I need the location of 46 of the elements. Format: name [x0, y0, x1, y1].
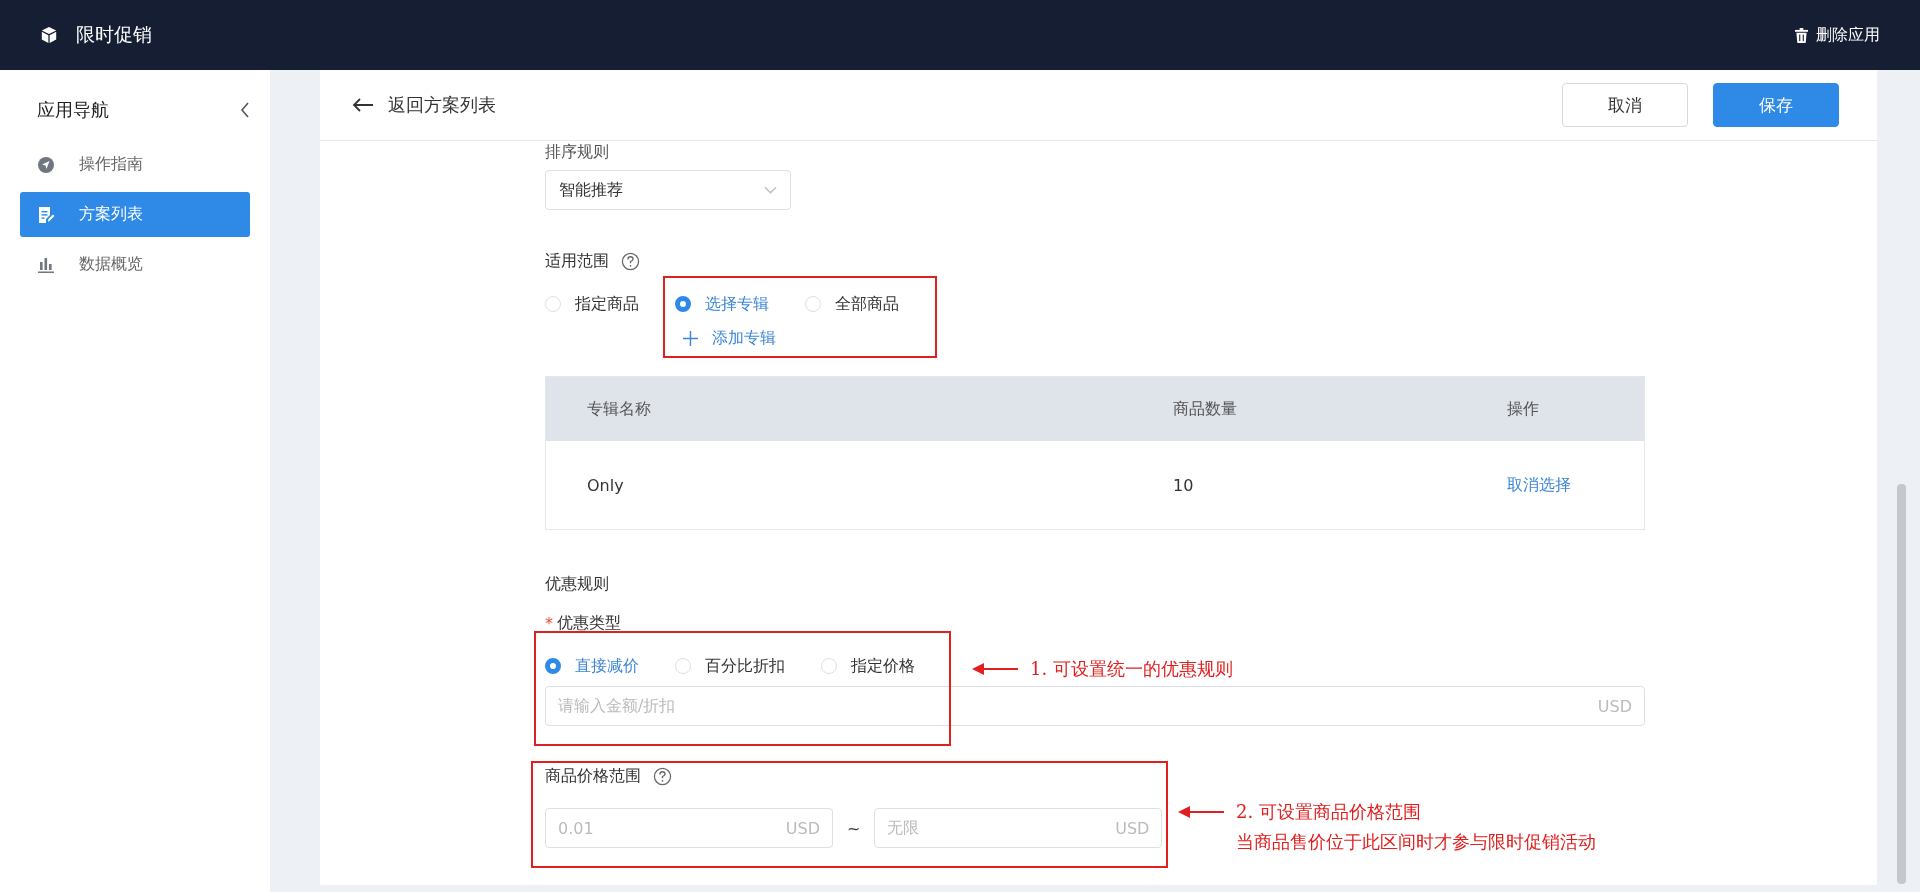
table-cell-text: Only [586, 475, 625, 495]
field-label: 商品价格范围 [545, 765, 641, 787]
annotation-text: 1. 可设置统一的优惠规则 [1030, 657, 1233, 681]
section-title: 优惠规则 [545, 574, 610, 595]
field-label: 排序规则 [545, 141, 610, 163]
document-edit-icon [37, 205, 55, 224]
trash-icon [1795, 27, 1808, 43]
column-header: 专辑名称 [586, 398, 652, 420]
collapse-chevron-icon[interactable] [240, 102, 250, 118]
sidebar-item[interactable]: 操作指南 [20, 142, 250, 187]
cube-icon [40, 26, 58, 44]
radio-option[interactable]: 指定商品 [545, 293, 639, 315]
add-album-link[interactable]: 添加专辑 [683, 327, 776, 349]
plus-icon [683, 330, 698, 346]
back-link[interactable]: 返回方案列表 [352, 93, 496, 117]
help-icon[interactable] [621, 251, 640, 271]
required-mark: * [545, 613, 553, 633]
radio-option[interactable]: 百分比折扣 [675, 655, 785, 677]
table-cell-text: 10 [1173, 475, 1195, 495]
field-label: 优惠类型 [557, 612, 621, 634]
sidebar-title: 应用导航 [37, 98, 109, 122]
arrow-icon [1178, 805, 1224, 819]
annotation-text: 2. 可设置商品价格范围 当商品售价位于此区间时才参与限时促销活动 [1236, 800, 1596, 854]
deselect-link[interactable]: 取消选择 [1507, 474, 1571, 494]
delete-app-button[interactable]: 删除应用 [1795, 24, 1880, 46]
arrow-icon [972, 662, 1018, 676]
back-arrow-icon [352, 98, 374, 112]
column-header: 操作 [1507, 398, 1540, 420]
save-button[interactable]: 保存 [1713, 83, 1839, 127]
radio-option[interactable]: 选择专辑 [675, 293, 769, 315]
field-label: 适用范围 [545, 250, 609, 272]
sort-select[interactable]: 智能推荐 [545, 170, 791, 210]
bar-chart-icon [37, 255, 55, 274]
radio-option[interactable]: 指定价格 [821, 655, 915, 677]
help-icon[interactable] [653, 766, 672, 786]
app-title: 限时促销 [76, 22, 152, 47]
sidebar-item[interactable]: 方案列表 [20, 192, 250, 237]
radio-option[interactable]: 全部商品 [805, 293, 899, 315]
sidebar-item[interactable]: 数据概览 [20, 242, 250, 287]
radio-option[interactable]: 直接减价 [545, 655, 639, 677]
scrollbar-thumb[interactable] [1897, 484, 1906, 884]
compass-icon [37, 155, 55, 174]
column-header: 商品数量 [1173, 398, 1238, 420]
cancel-button[interactable]: 取消 [1562, 83, 1688, 127]
range-separator: ~ [847, 818, 861, 838]
dropdown-chevron-icon [764, 186, 777, 194]
